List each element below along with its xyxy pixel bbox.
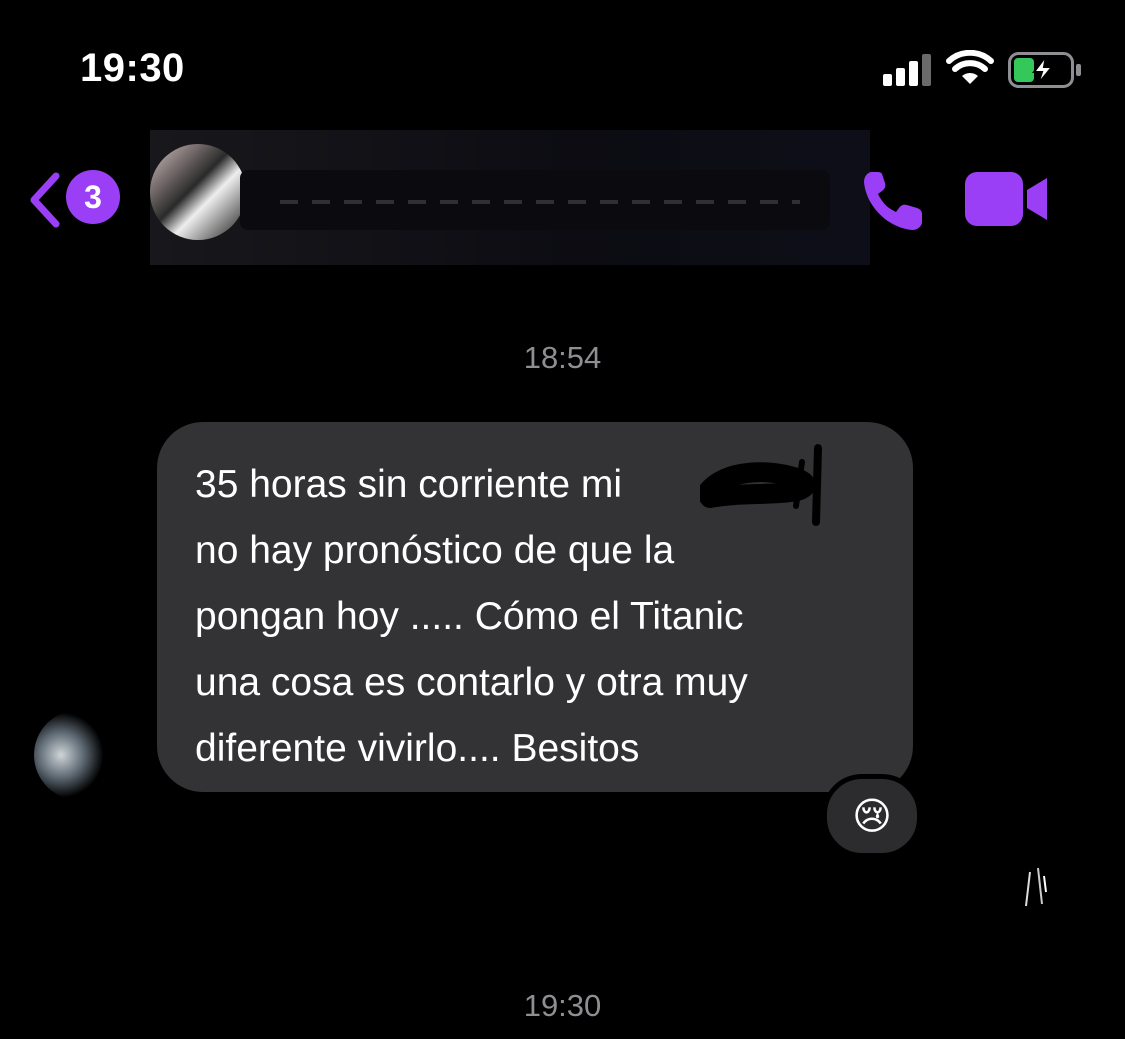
contact-avatar[interactable] xyxy=(150,144,246,240)
unread-count-badge: 3 xyxy=(66,170,120,224)
status-bar: 19:30 xyxy=(0,0,1125,110)
read-receipt-avatar xyxy=(1016,862,1056,910)
sender-avatar[interactable] xyxy=(34,710,124,800)
status-time: 19:30 xyxy=(80,46,185,90)
reaction-badge[interactable]: 😢 xyxy=(822,774,922,858)
read-receipt-avatar-image xyxy=(1018,867,1054,907)
message-timestamp: 19:30 xyxy=(523,988,602,1023)
contact-name-redacted[interactable] xyxy=(240,170,830,230)
chat-header: 3 xyxy=(0,130,1125,270)
wifi-icon xyxy=(946,50,994,84)
redaction-scribble xyxy=(700,444,822,526)
back-button[interactable]: 3 xyxy=(26,166,126,230)
message-timestamp: 18:54 xyxy=(523,340,602,375)
video-camera-icon[interactable] xyxy=(965,170,1051,228)
phone-icon[interactable] xyxy=(858,164,930,236)
battery-charging-icon xyxy=(1008,52,1081,88)
cellular-signal-icon xyxy=(883,54,931,86)
chevron-left-icon xyxy=(30,172,60,228)
